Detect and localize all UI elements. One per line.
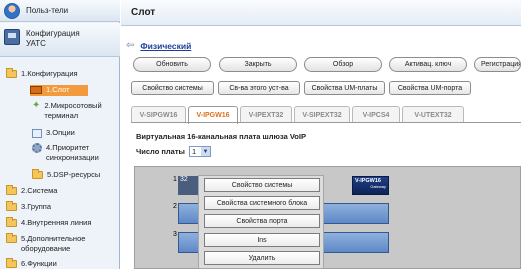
slot-1-module[interactable]: V-IPGW16 Gateway (352, 176, 389, 195)
menu-item-system-properties[interactable]: Свойство системы (204, 178, 320, 192)
folder-icon (6, 258, 17, 268)
page-title: Слот (121, 0, 521, 26)
device-properties-button[interactable]: Св-ва этого уст-ва (218, 81, 300, 95)
menu-item-port-properties[interactable]: Свойства порта (204, 214, 320, 228)
tab-v-ipcs4[interactable]: V-IPCS4 (352, 106, 400, 123)
tree-item-configuration[interactable]: 1.Конфигурация (6, 68, 78, 79)
tab-v-sipgw16[interactable]: V-SIPGW16 (131, 106, 186, 123)
um-board-properties-button[interactable]: Свойства UM-платы (304, 81, 385, 95)
board-count-row: Число платы 1 ▼ (136, 146, 211, 157)
board-count-label: Число платы (136, 147, 185, 156)
menu-item-delete[interactable]: Удалить (204, 251, 320, 265)
user-icon (4, 2, 20, 19)
card-icon (30, 86, 42, 94)
tree-item-microcell[interactable]: ✦ 2.Микросотовый терминал (32, 101, 102, 121)
card-title: Виртуальная 16-канальная плата шлюза VoI… (136, 132, 306, 141)
slot-number-2: 2 (173, 203, 177, 210)
sidebar-users-label: Польз-тели (26, 6, 69, 15)
tab-divider (131, 122, 521, 123)
antenna-icon: ✦ (32, 100, 41, 111)
chevron-down-icon: ▼ (200, 147, 210, 156)
sidebar: Польз-тели Конфигурация УАТС 1.Конфигурац… (0, 0, 120, 269)
folder-icon (6, 201, 17, 211)
back-arrow-icon[interactable]: ⇦ (126, 40, 134, 51)
tab-v-utext32[interactable]: V-UTEXT32 (402, 106, 464, 123)
pbx-icon (4, 29, 20, 45)
tree-item-dsp[interactable]: 5.DSP-ресурсы (32, 169, 100, 180)
sidebar-config-section[interactable]: Конфигурация УАТС (0, 23, 120, 57)
refresh-button[interactable]: Обновить (133, 57, 211, 72)
folder-icon (6, 233, 17, 243)
sync-icon (32, 143, 42, 153)
board-count-select[interactable]: 1 ▼ (188, 146, 211, 157)
menu-item-unit-properties[interactable]: Свойства системного блока (204, 196, 320, 210)
tab-v-ipext32[interactable]: V-IPEXT32 (240, 106, 292, 123)
tree-item-slot[interactable]: 1.Слот (30, 85, 88, 96)
tree-item-options[interactable]: 3.Опции (32, 128, 75, 138)
tree-item-features[interactable]: 6.Функции (6, 258, 57, 269)
tree-item-extension[interactable]: 4.Внутренняя линия (6, 217, 91, 228)
breadcrumb: ⇦ Физический (126, 40, 191, 51)
options-icon (32, 129, 42, 138)
folder-icon (6, 217, 17, 227)
slot-1-value[interactable]: 32 (178, 176, 200, 195)
overview-button[interactable]: Обзор (304, 57, 382, 72)
folder-icon (32, 169, 43, 179)
folder-icon (6, 185, 17, 195)
tree-item-system[interactable]: 2.Система (6, 185, 57, 196)
tree-item-sync-priority[interactable]: 4.Приоритет синхронизации (32, 143, 99, 163)
close-button[interactable]: Закрыть (219, 57, 297, 72)
tab-v-sipext32[interactable]: V-SIPEXT32 (294, 106, 350, 123)
slot-number-1: 1 (173, 176, 177, 183)
sidebar-users-section[interactable]: Польз-тели (0, 0, 120, 22)
folder-open-icon (6, 68, 17, 78)
menu-item-ins[interactable]: Ins (204, 233, 320, 247)
um-port-properties-button[interactable]: Свойства UM-порта (389, 81, 471, 95)
tree-item-additional[interactable]: 5.Дополнительное оборудование (6, 233, 85, 254)
system-properties-button[interactable]: Свойство системы (131, 81, 214, 95)
sidebar-config-label: Конфигурация УАТС (26, 29, 80, 48)
context-menu: Свойство системы Свойства системного бло… (198, 175, 324, 269)
slot-number-3: 3 (173, 231, 177, 238)
activation-key-button[interactable]: Активац. ключ (389, 57, 467, 72)
tree-item-group[interactable]: 3.Группа (6, 201, 51, 212)
breadcrumb-link-physical[interactable]: Физический (140, 41, 191, 51)
registration-button[interactable]: Регистрация (474, 57, 521, 72)
